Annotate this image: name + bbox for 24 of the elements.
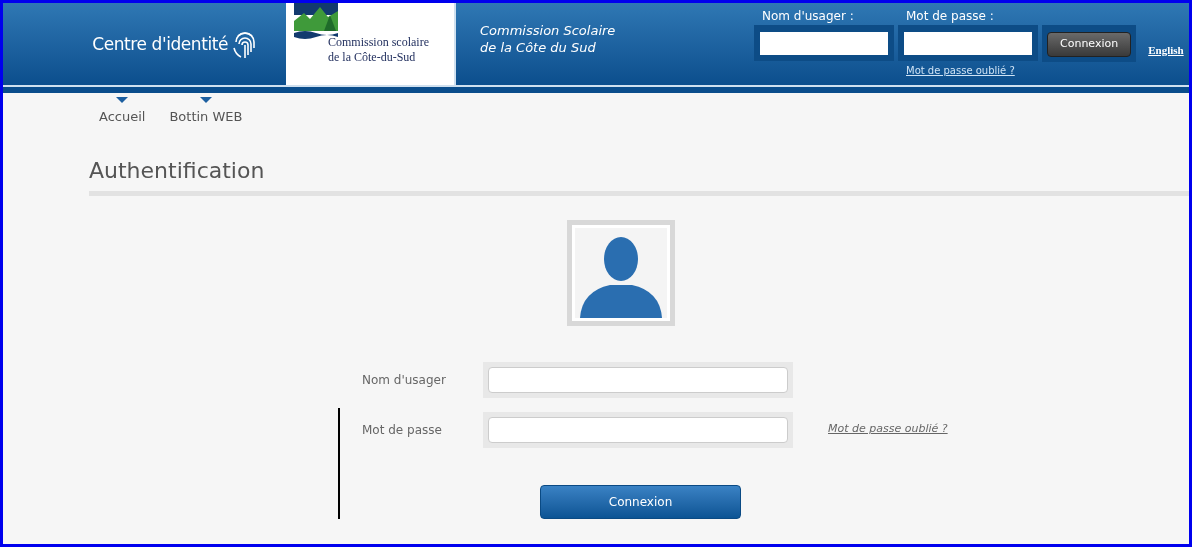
forgot-password-link[interactable]: Mot de passe oublié ? bbox=[828, 421, 948, 438]
fingerprint-icon bbox=[232, 30, 258, 60]
nav-link[interactable]: Bottin WEB bbox=[169, 97, 243, 127]
organization-name: de la Côte du Sud bbox=[480, 39, 597, 56]
organization-name: Commission Scolaire bbox=[480, 22, 617, 39]
logo-caption: de la Côte-du-Sud bbox=[328, 50, 417, 65]
username-label: Nom d'usager bbox=[361, 371, 447, 389]
password-field[interactable] bbox=[898, 25, 1038, 61]
nav-link[interactable]: Accueil bbox=[99, 97, 146, 127]
page-title: Authentification bbox=[89, 158, 266, 183]
forgot-password-link[interactable]: Mot de passe oublié ? bbox=[906, 63, 1038, 78]
login-button[interactable]: Connexion bbox=[540, 484, 741, 519]
password-field[interactable] bbox=[483, 411, 793, 448]
header-login-button[interactable]: Connexion bbox=[1047, 31, 1132, 57]
dropdown-caret-icon bbox=[199, 97, 212, 103]
username-field[interactable] bbox=[754, 25, 894, 61]
dropdown-caret-icon bbox=[116, 97, 129, 103]
logo-caption: Commission scolaire bbox=[328, 35, 430, 50]
username-field[interactable] bbox=[483, 361, 793, 398]
username-label: Nom d'usager : bbox=[762, 8, 855, 25]
password-label: Mot de passe bbox=[361, 421, 443, 439]
language-link[interactable]: English bbox=[1148, 44, 1184, 56]
password-label: Mot de passe : bbox=[906, 8, 995, 25]
brand-title: Centre d'identité bbox=[92, 33, 228, 57]
